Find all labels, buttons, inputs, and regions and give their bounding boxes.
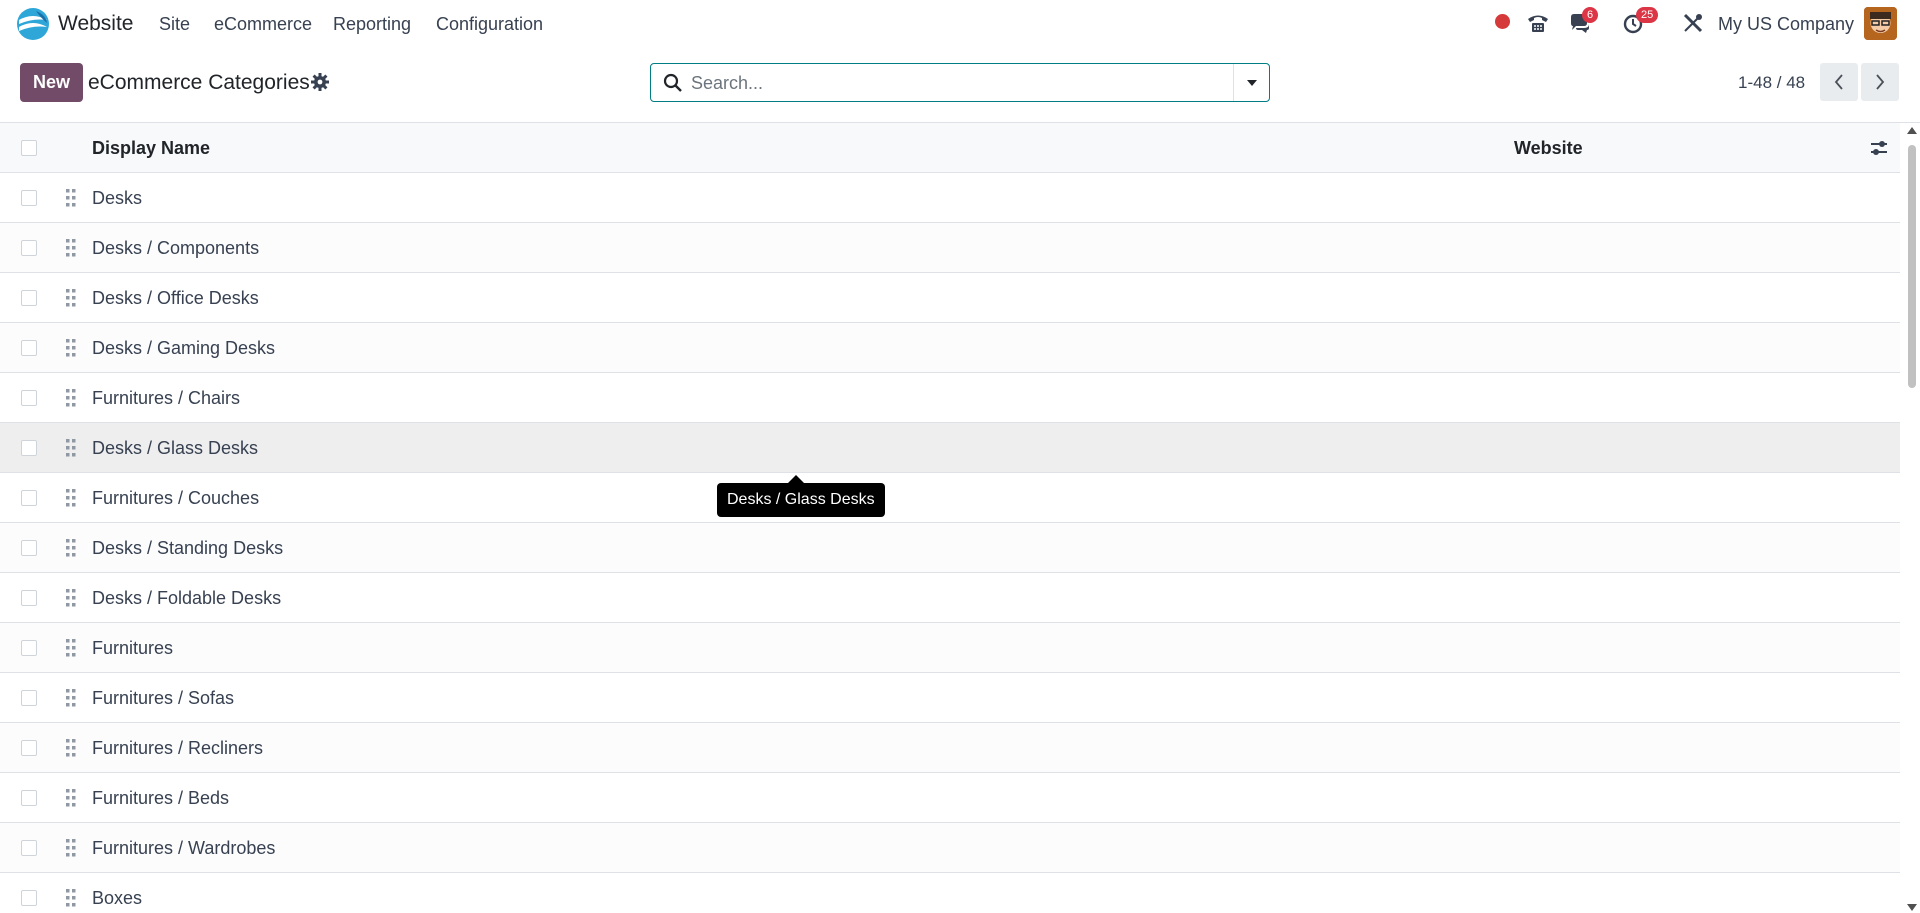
scrollbar-thumb[interactable]	[1908, 145, 1916, 388]
row-checkbox[interactable]	[21, 540, 37, 556]
cell-display-name[interactable]: Desks	[92, 188, 142, 209]
row-tooltip: Desks / Glass Desks	[717, 475, 885, 517]
chevron-left-icon	[1834, 74, 1843, 90]
table-row[interactable]: Furnitures / Couches	[0, 473, 1900, 523]
row-checkbox[interactable]	[21, 290, 37, 306]
cell-display-name[interactable]: Furnitures / Wardrobes	[92, 838, 275, 859]
drag-handle-icon[interactable]	[65, 338, 77, 358]
drag-handle-icon[interactable]	[65, 788, 77, 808]
row-checkbox[interactable]	[21, 640, 37, 656]
table-row[interactable]: Furnitures / Wardrobes	[0, 823, 1900, 873]
cell-display-name[interactable]: Desks / Glass Desks	[92, 438, 258, 459]
row-checkbox[interactable]	[21, 240, 37, 256]
cell-display-name[interactable]: Furnitures	[92, 638, 173, 659]
cell-display-name[interactable]: Desks / Gaming Desks	[92, 338, 275, 359]
table-row[interactable]: Desks / Office Desks	[0, 273, 1900, 323]
category-list: Display Name Website Desks Desks / Compon…	[0, 123, 1900, 913]
cell-display-name[interactable]: Desks / Office Desks	[92, 288, 259, 309]
row-checkbox[interactable]	[21, 790, 37, 806]
menu-configuration[interactable]: Configuration	[436, 14, 543, 35]
row-checkbox[interactable]	[21, 690, 37, 706]
search-icon	[663, 73, 682, 92]
drag-handle-icon[interactable]	[65, 438, 77, 458]
cell-display-name[interactable]: Furnitures / Recliners	[92, 738, 263, 759]
pager-previous-button[interactable]	[1820, 63, 1858, 101]
table-row[interactable]: Desks / Glass Desks	[0, 423, 1900, 473]
row-checkbox[interactable]	[21, 890, 37, 906]
column-header-display-name[interactable]: Display Name	[92, 138, 210, 159]
recording-status-dot[interactable]	[1495, 14, 1510, 29]
activities-badge: 25	[1636, 7, 1659, 23]
debug-tools-icon[interactable]	[1682, 12, 1704, 34]
page-title: eCommerce Categories	[88, 71, 310, 94]
menu-site[interactable]: Site	[159, 14, 190, 35]
scroll-down-arrow[interactable]	[1907, 904, 1917, 911]
drag-handle-icon[interactable]	[65, 238, 77, 258]
messages-badge: 6	[1582, 7, 1599, 23]
cell-display-name[interactable]: Furnitures / Chairs	[92, 388, 240, 409]
drag-handle-icon[interactable]	[65, 588, 77, 608]
cell-display-name[interactable]: Furnitures / Sofas	[92, 688, 234, 709]
table-row[interactable]: Desks / Standing Desks	[0, 523, 1900, 573]
pager-next-button[interactable]	[1861, 63, 1899, 101]
row-checkbox[interactable]	[21, 490, 37, 506]
table-row[interactable]: Furnitures / Recliners	[0, 723, 1900, 773]
table-row[interactable]: Desks	[0, 173, 1900, 223]
company-switcher[interactable]: My US Company	[1718, 14, 1854, 35]
scroll-up-arrow[interactable]	[1907, 127, 1917, 134]
drag-handle-icon[interactable]	[65, 288, 77, 308]
table-row[interactable]: Furnitures	[0, 623, 1900, 673]
table-row[interactable]: Boxes	[0, 873, 1900, 913]
drag-handle-icon[interactable]	[65, 638, 77, 658]
row-checkbox[interactable]	[21, 740, 37, 756]
pager-value[interactable]: 1-48 / 48	[1738, 73, 1805, 93]
cell-display-name[interactable]: Furnitures / Beds	[92, 788, 229, 809]
menu-reporting[interactable]: Reporting	[333, 14, 411, 35]
row-checkbox[interactable]	[21, 590, 37, 606]
control-panel: New eCommerce Categories 1-48 / 48	[0, 48, 1920, 123]
table-row[interactable]: Desks / Foldable Desks	[0, 573, 1900, 623]
drag-handle-icon[interactable]	[65, 688, 77, 708]
table-row[interactable]: Furnitures / Sofas	[0, 673, 1900, 723]
chevron-right-icon	[1876, 74, 1885, 90]
cell-display-name[interactable]: Boxes	[92, 888, 142, 909]
row-checkbox[interactable]	[21, 440, 37, 456]
phone-icon[interactable]	[1526, 12, 1550, 34]
cell-display-name[interactable]: Desks / Standing Desks	[92, 538, 283, 559]
search-bar	[650, 63, 1270, 102]
cell-display-name[interactable]: Desks / Components	[92, 238, 259, 259]
new-button[interactable]: New	[20, 63, 83, 102]
row-checkbox[interactable]	[21, 840, 37, 856]
list-header: Display Name Website	[0, 123, 1900, 173]
cell-display-name[interactable]: Desks / Foldable Desks	[92, 588, 281, 609]
caret-down-icon	[1246, 79, 1257, 86]
row-checkbox[interactable]	[21, 340, 37, 356]
search-input[interactable]	[691, 69, 1211, 97]
table-row[interactable]: Furnitures / Chairs	[0, 373, 1900, 423]
menu-ecommerce[interactable]: eCommerce	[214, 14, 312, 35]
top-navbar: Website Site eCommerce Reporting Configu…	[0, 0, 1920, 48]
column-settings-icon[interactable]	[1869, 138, 1889, 158]
table-row[interactable]: Desks / Gaming Desks	[0, 323, 1900, 373]
row-checkbox[interactable]	[21, 190, 37, 206]
row-checkbox[interactable]	[21, 390, 37, 406]
list-scrollbar[interactable]	[1904, 123, 1920, 913]
cell-display-name[interactable]: Furnitures / Couches	[92, 488, 259, 509]
app-name[interactable]: Website	[58, 12, 133, 36]
drag-handle-icon[interactable]	[65, 538, 77, 558]
drag-handle-icon[interactable]	[65, 888, 77, 908]
user-avatar[interactable]	[1864, 7, 1897, 40]
website-logo-icon[interactable]	[16, 7, 50, 41]
drag-handle-icon[interactable]	[65, 388, 77, 408]
drag-handle-icon[interactable]	[65, 738, 77, 758]
drag-handle-icon[interactable]	[65, 838, 77, 858]
search-options-toggle[interactable]	[1233, 64, 1269, 101]
table-row[interactable]: Desks / Components	[0, 223, 1900, 273]
select-all-checkbox[interactable]	[21, 140, 37, 156]
table-row[interactable]: Furnitures / Beds	[0, 773, 1900, 823]
gear-icon[interactable]	[311, 73, 329, 91]
column-header-website[interactable]: Website	[1514, 138, 1583, 159]
drag-handle-icon[interactable]	[65, 188, 77, 208]
drag-handle-icon[interactable]	[65, 488, 77, 508]
